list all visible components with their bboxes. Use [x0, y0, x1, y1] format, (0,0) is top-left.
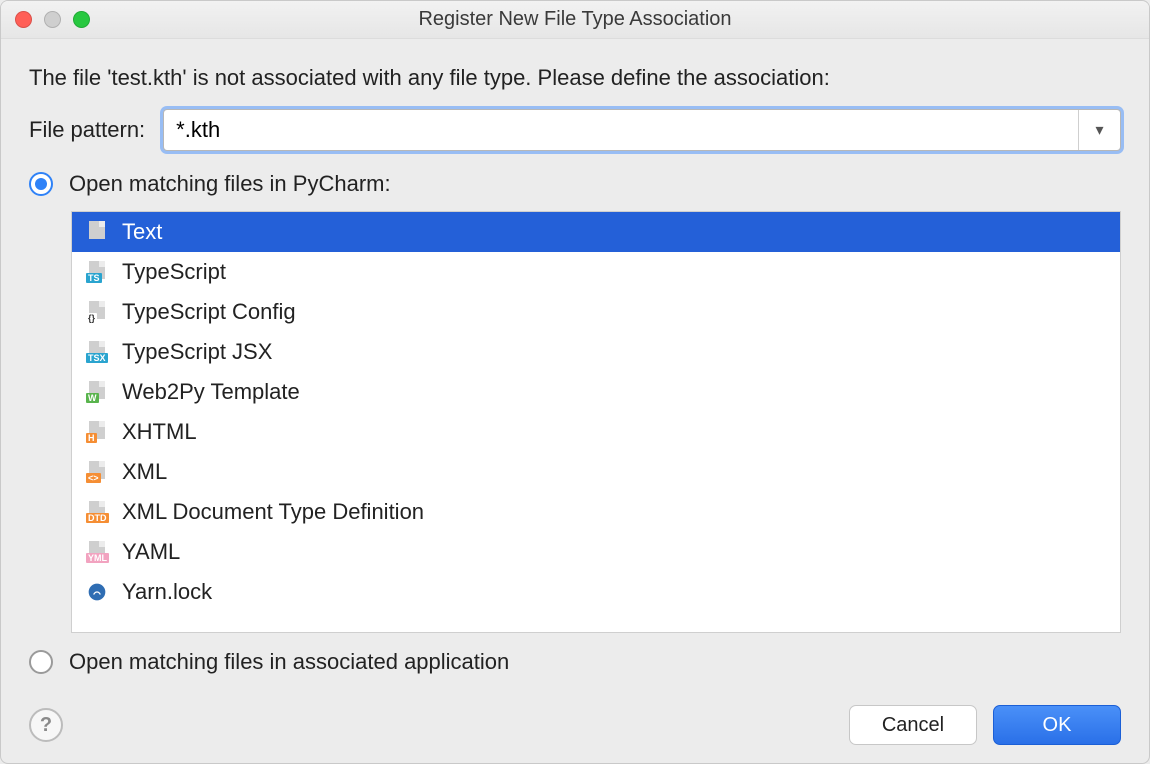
dialog-content: The file 'test.kth' is not associated wi…	[1, 39, 1149, 763]
open-in-associated-option[interactable]: Open matching files in associated applic…	[29, 649, 1121, 675]
file-type-item-yarn[interactable]: Yarn.lock	[72, 572, 1120, 612]
file-type-item-ts[interactable]: TS TypeScript	[72, 252, 1120, 292]
ok-button[interactable]: OK	[993, 705, 1121, 745]
open-in-associated-label: Open matching files in associated applic…	[69, 649, 509, 675]
help-button[interactable]: ?	[29, 708, 63, 742]
window-controls	[15, 11, 90, 28]
file-type-label: Yarn.lock	[122, 579, 212, 605]
titlebar: Register New File Type Association	[1, 1, 1149, 39]
ts-file-icon: TS	[86, 261, 108, 283]
open-in-pycharm-label: Open matching files in PyCharm:	[69, 171, 391, 197]
xml-file-icon: <>	[86, 461, 108, 483]
file-type-label: XML Document Type Definition	[122, 499, 424, 525]
file-type-label: TypeScript Config	[122, 299, 296, 325]
dialog-window: Register New File Type Association The f…	[0, 0, 1150, 764]
file-type-item-web2py[interactable]: W Web2Py Template	[72, 372, 1120, 412]
open-in-associated-radio[interactable]	[29, 650, 53, 674]
tsx-file-icon: TSX	[86, 341, 108, 363]
file-type-label: TypeScript	[122, 259, 226, 285]
text-file-icon	[86, 221, 108, 243]
file-type-label: XML	[122, 459, 167, 485]
window-title: Register New File Type Association	[418, 8, 731, 31]
file-type-item-yaml[interactable]: YML YAML	[72, 532, 1120, 572]
file-type-item-text[interactable]: Text	[72, 212, 1120, 252]
file-type-label: Text	[122, 219, 162, 245]
web2py-file-icon: W	[86, 381, 108, 403]
yarn-file-icon	[86, 581, 108, 603]
file-type-list[interactable]: Text TS TypeScript {} TypeScript Config TSX Ty…	[71, 211, 1121, 633]
file-type-label: TypeScript JSX	[122, 339, 272, 365]
dialog-footer: ? Cancel OK	[29, 705, 1121, 745]
open-in-pycharm-option[interactable]: Open matching files in PyCharm:	[29, 171, 1121, 197]
file-type-label: YAML	[122, 539, 180, 565]
file-type-label: XHTML	[122, 419, 197, 445]
xhtml-file-icon: H	[86, 421, 108, 443]
file-pattern-row: File pattern: ▾	[29, 109, 1121, 151]
file-type-item-tsconfig[interactable]: {} TypeScript Config	[72, 292, 1120, 332]
file-type-item-dtd[interactable]: DTD XML Document Type Definition	[72, 492, 1120, 532]
file-pattern-combo[interactable]: ▾	[163, 109, 1121, 151]
file-pattern-input[interactable]	[164, 110, 1078, 150]
open-in-pycharm-radio[interactable]	[29, 172, 53, 196]
tsconfig-file-icon: {}	[86, 301, 108, 323]
zoom-window-button[interactable]	[73, 11, 90, 28]
close-window-button[interactable]	[15, 11, 32, 28]
file-type-item-xhtml[interactable]: H XHTML	[72, 412, 1120, 452]
file-type-item-xml[interactable]: <> XML	[72, 452, 1120, 492]
description-text: The file 'test.kth' is not associated wi…	[29, 65, 1121, 91]
minimize-window-button[interactable]	[44, 11, 61, 28]
file-pattern-dropdown-button[interactable]: ▾	[1078, 110, 1120, 150]
chevron-down-icon: ▾	[1095, 120, 1103, 140]
file-type-item-tsx[interactable]: TSX TypeScript JSX	[72, 332, 1120, 372]
file-pattern-label: File pattern:	[29, 117, 145, 143]
yaml-file-icon: YML	[86, 541, 108, 563]
cancel-button[interactable]: Cancel	[849, 705, 977, 745]
file-type-label: Web2Py Template	[122, 379, 300, 405]
dtd-file-icon: DTD	[86, 501, 108, 523]
